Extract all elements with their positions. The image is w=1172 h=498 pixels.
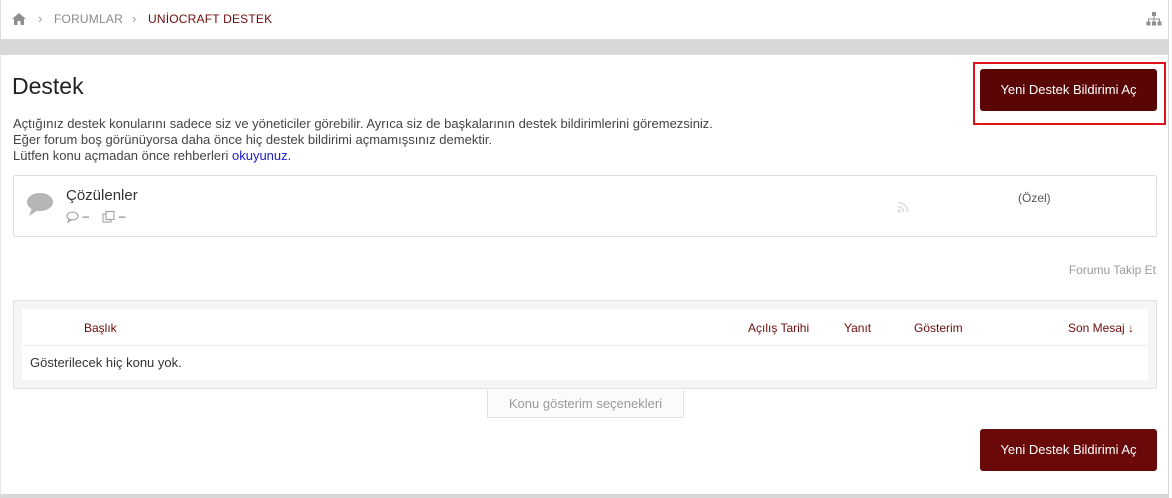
subforum-name[interactable]: Çözülenler xyxy=(66,187,138,205)
new-ticket-button-top[interactable]: Yeni Destek Bildirimi Aç xyxy=(980,69,1157,111)
description-text: Lütfen konu açmadan önce rehberleri xyxy=(13,148,232,163)
breadcrumb-current[interactable]: UNİOCRAFT DESTEK xyxy=(148,12,272,26)
empty-message: Gösterilecek hiç konu yok. xyxy=(30,355,182,370)
follow-forum-link[interactable]: Forumu Takip Et xyxy=(1069,263,1156,277)
header-divider xyxy=(0,40,1169,55)
chevron-right-icon: › xyxy=(132,11,137,26)
table-header: Başlık Açılış Tarihi Yanıt Gösterim Son … xyxy=(22,309,1148,346)
column-replies[interactable]: Yanıt xyxy=(844,321,871,335)
comment-icon xyxy=(66,211,79,223)
column-start-date[interactable]: Açılış Tarihi xyxy=(748,321,809,335)
private-label: (Özel) xyxy=(1018,191,1051,205)
main-content: Destek Yeni Destek Bildirimi Aç Açtığını… xyxy=(0,55,1169,494)
messages-icon xyxy=(102,210,115,223)
sitemap-icon[interactable] xyxy=(1146,11,1162,27)
description-line: Eğer forum boş görünüyorsa daha önce hiç… xyxy=(13,132,493,147)
home-icon[interactable] xyxy=(11,11,27,27)
speech-bubble-icon xyxy=(27,193,53,216)
subforum-stats: – – xyxy=(66,209,125,223)
new-ticket-button-bottom[interactable]: Yeni Destek Bildirimi Aç xyxy=(980,429,1157,471)
column-title[interactable]: Başlık xyxy=(84,321,117,335)
threads-table: Başlık Açılış Tarihi Yanıt Gösterim Son … xyxy=(13,300,1157,389)
message-count: – xyxy=(118,209,126,223)
thread-count: – xyxy=(82,209,90,223)
chevron-right-icon: › xyxy=(38,11,43,26)
breadcrumb: › FORUMLAR › UNİOCRAFT DESTEK xyxy=(0,0,1169,40)
page-title: Destek xyxy=(12,73,84,99)
footer-divider xyxy=(0,494,1169,498)
subforum-row[interactable]: Çözülenler – – (Özel) xyxy=(13,175,1157,237)
description-line: Lütfen konu açmadan önce rehberleri okuy… xyxy=(13,148,291,164)
rss-icon[interactable] xyxy=(897,201,909,213)
column-views[interactable]: Gösterim xyxy=(914,321,963,335)
threads-table-inner: Başlık Açılış Tarihi Yanıt Gösterim Son … xyxy=(22,309,1148,380)
breadcrumb-forums[interactable]: FORUMLAR xyxy=(54,12,123,26)
column-last-message[interactable]: Son Mesaj ↓ xyxy=(1068,321,1134,335)
thread-display-options-button[interactable]: Konu gösterim seçenekleri xyxy=(487,390,684,418)
guides-link[interactable]: okuyunuz. xyxy=(232,148,291,163)
description-line: Açtığınız destek konularını sadece siz v… xyxy=(13,116,713,131)
